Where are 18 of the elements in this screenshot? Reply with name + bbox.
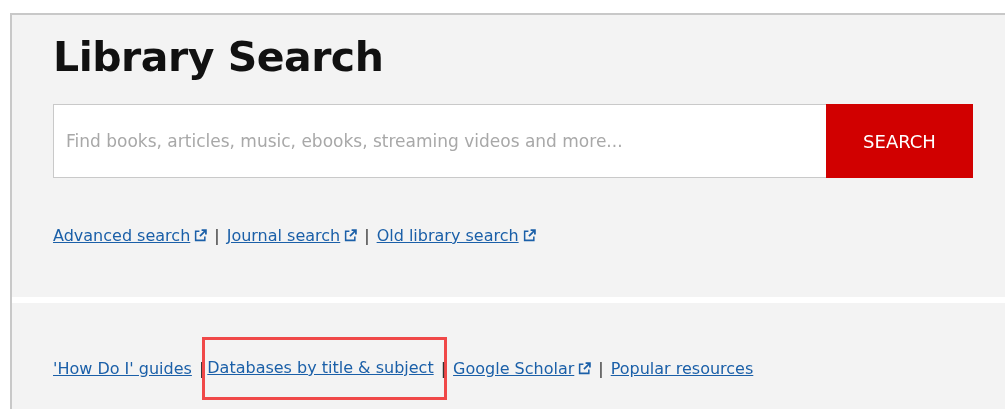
page-title: Library Search [53, 32, 385, 83]
external-link-icon [522, 229, 536, 242]
separator: | [440, 359, 447, 378]
search-button[interactable]: SEARCH [826, 104, 973, 178]
separator: | [364, 226, 370, 245]
search-link[interactable]: Old library search [376, 224, 536, 247]
resource-link[interactable]: Google Scholar [453, 357, 592, 380]
separator: | [598, 359, 604, 378]
search-link[interactable]: Journal search [226, 224, 358, 247]
external-link-icon [344, 229, 358, 242]
separator: | [214, 226, 220, 245]
search-field[interactable]: Find books, articles, music, ebooks, streaming videos and more... [53, 104, 826, 178]
external-link-icon [578, 362, 592, 375]
resource-link[interactable]: 'How Do I' guides [53, 357, 192, 380]
search-link[interactable]: Advanced search [53, 224, 208, 247]
external-link-icon [194, 229, 208, 242]
resource-link[interactable]: Popular resources [610, 357, 754, 380]
separator: | [198, 359, 205, 378]
